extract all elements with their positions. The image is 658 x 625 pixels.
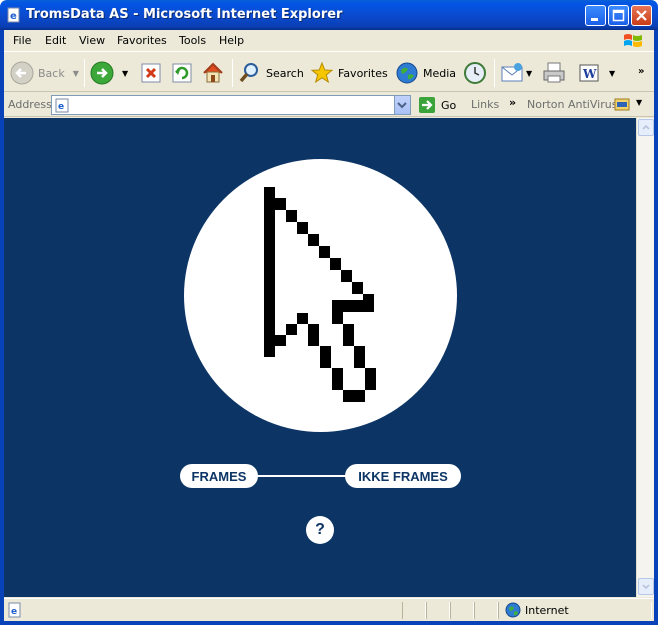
chevron-up-icon xyxy=(642,124,650,130)
ikke-frames-link[interactable]: IKKE FRAMES xyxy=(345,464,461,488)
favorites-star-icon xyxy=(310,61,334,84)
help-button[interactable]: ? xyxy=(306,516,334,544)
menu-view[interactable]: View xyxy=(79,34,105,47)
back-button[interactable]: Back ▼ xyxy=(10,59,79,87)
maximize-icon xyxy=(612,9,625,22)
frames-link[interactable]: FRAMES xyxy=(180,464,258,488)
norton-antivirus-button[interactable]: Norton AntiVirus xyxy=(527,98,617,111)
minimize-button[interactable] xyxy=(585,5,606,26)
media-icon xyxy=(396,62,418,84)
toolbar-chevron[interactable]: » xyxy=(638,57,644,85)
address-bar: Address e Go Links » Norton AntiVirus ▼ xyxy=(4,93,654,117)
mail-icon xyxy=(501,63,523,82)
svg-text:e: e xyxy=(58,102,64,112)
search-button[interactable]: Search xyxy=(238,59,304,87)
home-icon xyxy=(203,62,223,83)
menu-bar: File Edit View Favorites Tools Help xyxy=(4,30,654,52)
window-title: TromsData AS - Microsoft Internet Explor… xyxy=(26,7,343,22)
pixel-cursor-icon xyxy=(264,187,376,402)
close-button[interactable] xyxy=(631,5,652,26)
address-label: Address xyxy=(8,98,52,111)
toolbar-separator xyxy=(232,59,233,87)
menu-tools[interactable]: Tools xyxy=(179,34,206,47)
print-button[interactable] xyxy=(541,59,567,87)
go-button[interactable]: Go xyxy=(418,96,456,114)
maximize-button[interactable] xyxy=(608,5,629,26)
stop-icon xyxy=(141,63,161,83)
status-cell xyxy=(474,602,498,619)
history-icon xyxy=(464,62,486,84)
history-button[interactable] xyxy=(462,59,488,87)
ie-page-icon: e xyxy=(7,7,20,23)
address-input[interactable]: e xyxy=(51,95,411,115)
svg-text:e: e xyxy=(11,607,17,617)
refresh-button[interactable] xyxy=(171,59,193,87)
windows-logo-icon xyxy=(624,34,642,47)
svg-text:e: e xyxy=(10,11,17,22)
standard-toolbar: Back ▼ ▼ Search Favorites Media ▼ W ▼ » xyxy=(4,53,654,92)
ie-page-icon: e xyxy=(8,602,21,618)
zone-panel: Internet xyxy=(498,602,652,619)
word-icon: W xyxy=(579,64,599,82)
forward-button[interactable]: ▼ xyxy=(90,59,128,87)
menu-file[interactable]: File xyxy=(13,34,31,47)
cursor-logo-circle xyxy=(184,159,457,432)
title-bar[interactable]: e TromsData AS - Microsoft Internet Expl… xyxy=(0,0,658,30)
forward-arrow-icon xyxy=(90,61,114,85)
status-bar: e Internet xyxy=(4,598,654,621)
toolbar-separator xyxy=(494,59,495,87)
refresh-icon xyxy=(172,63,192,83)
menu-help[interactable]: Help xyxy=(219,34,244,47)
page-content: FRAMES IKKE FRAMES ? xyxy=(4,118,636,597)
mail-button[interactable]: ▼ xyxy=(500,59,532,87)
menu-favorites[interactable]: Favorites xyxy=(117,34,167,47)
chevron-down-icon xyxy=(642,584,650,590)
go-arrow-icon xyxy=(419,97,435,113)
norton-icon[interactable] xyxy=(614,96,630,112)
ie-page-icon: e xyxy=(55,98,69,113)
home-button[interactable] xyxy=(201,59,225,87)
edit-word-button[interactable]: W ▼ xyxy=(577,59,615,87)
status-cell xyxy=(402,602,426,619)
link-connector-line xyxy=(256,475,348,477)
status-cell xyxy=(426,602,450,619)
internet-globe-icon xyxy=(505,602,521,618)
links-button[interactable]: Links xyxy=(471,98,499,111)
close-icon xyxy=(636,10,647,21)
search-icon xyxy=(239,63,258,83)
svg-text:W: W xyxy=(582,67,597,81)
favorites-button[interactable]: Favorites xyxy=(310,59,388,87)
forward-dropdown-icon[interactable]: ▼ xyxy=(122,69,128,78)
status-cell xyxy=(450,602,474,619)
back-arrow-icon xyxy=(10,61,34,85)
toolbar-separator xyxy=(84,59,85,87)
media-button[interactable]: Media xyxy=(395,59,456,87)
menu-edit[interactable]: Edit xyxy=(45,34,66,47)
scroll-up-button[interactable] xyxy=(638,119,654,136)
print-icon xyxy=(543,62,565,83)
scroll-down-button[interactable] xyxy=(638,578,654,595)
norton-dropdown-icon[interactable]: ▼ xyxy=(636,98,642,107)
links-chevron[interactable]: » xyxy=(509,96,516,109)
chevron-down-icon xyxy=(397,102,407,109)
vertical-scrollbar[interactable] xyxy=(636,118,654,597)
address-dropdown[interactable] xyxy=(394,96,410,114)
stop-button[interactable] xyxy=(140,59,162,87)
minimize-icon xyxy=(591,18,598,21)
